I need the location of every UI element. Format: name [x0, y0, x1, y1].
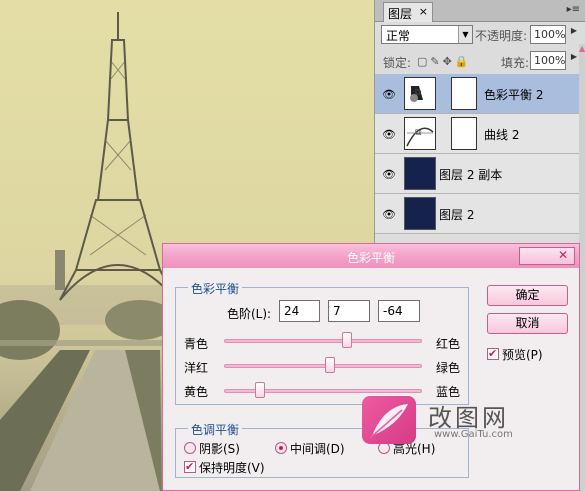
layer-name: 色彩平衡 2: [484, 88, 544, 102]
slider-thumb-cyan-red[interactable]: [341, 332, 352, 348]
slider-left-label: 洋红: [184, 361, 209, 375]
opacity-input[interactable]: 100% ▶: [530, 25, 577, 44]
blend-mode-select[interactable]: 正常 ▼: [381, 25, 473, 44]
tab-layers[interactable]: 图层 ×: [383, 2, 433, 22]
slider-thumb-magenta-green[interactable]: [324, 357, 335, 373]
layers-tab-bar: 图层 × ▸≡: [375, 0, 585, 22]
eye-icon[interactable]: 👁: [382, 208, 396, 221]
levels-input-cyan-red[interactable]: 24: [279, 300, 320, 322]
color-balance-group-title: 色彩平衡: [188, 280, 243, 297]
chevron-right-icon[interactable]: ▶: [571, 26, 577, 35]
radio-shadows-label[interactable]: 阴影(S): [199, 440, 240, 457]
levels-label: 色阶(L):: [227, 307, 272, 321]
tab-close-icon[interactable]: ×: [419, 5, 428, 18]
layer-thumb: [404, 157, 436, 190]
link-icon: ⧉: [415, 128, 422, 138]
eye-icon[interactable]: 👁: [382, 88, 396, 101]
fill-value: 100%: [534, 54, 566, 67]
layer-mask-thumb[interactable]: [451, 117, 477, 150]
layer-row-layer2-copy[interactable]: 👁 图层 2 副本: [375, 154, 580, 194]
slider-track-magenta-green[interactable]: [224, 364, 422, 368]
levels-input-magenta-green[interactable]: 7: [328, 300, 370, 322]
tab-layers-label: 图层: [388, 7, 413, 21]
link-icon: ⧉: [415, 88, 422, 98]
preview-checkbox[interactable]: [487, 347, 499, 360]
opacity-label: 不透明度:: [475, 29, 528, 43]
opacity-value: 100%: [534, 28, 566, 41]
watermark-text: 改图网: [428, 404, 509, 432]
slider-track-cyan-red[interactable]: [224, 339, 422, 343]
dialog-title: 色彩平衡: [346, 251, 395, 265]
dialog-titlebar[interactable]: 色彩平衡 ✕: [163, 244, 579, 268]
eye-icon[interactable]: 👁: [382, 128, 396, 141]
layer-thumb: [404, 197, 436, 230]
radio-midtones[interactable]: [275, 442, 287, 454]
layer-name: 曲线 2: [484, 128, 520, 142]
preserve-luminosity-label[interactable]: 保持明度(V): [199, 459, 265, 476]
layer-mask-thumb[interactable]: [451, 77, 477, 110]
scroll-up-icon[interactable]: ▲: [579, 44, 585, 53]
layer-name: 图层 2 副本: [439, 168, 503, 182]
blend-mode-value: 正常: [386, 29, 411, 43]
ok-button[interactable]: 确定: [487, 285, 568, 306]
fill-label: 填充:: [501, 56, 530, 70]
watermark-url: www.GaiTu.com: [434, 429, 513, 440]
radio-shadows[interactable]: [184, 442, 196, 454]
layer-name: 图层 2: [439, 208, 475, 222]
slider-right-label: 红色: [436, 337, 461, 351]
chevron-right-icon[interactable]: ▶: [571, 52, 577, 61]
slider-track-yellow-blue[interactable]: [224, 389, 422, 393]
levels-input-yellow-blue[interactable]: -64: [378, 300, 420, 322]
cancel-button[interactable]: 取消: [487, 313, 568, 334]
preview-label[interactable]: 预览(P): [502, 346, 543, 363]
tone-balance-group-title: 色调平衡: [188, 421, 243, 438]
eye-icon[interactable]: 👁: [382, 168, 396, 181]
color-balance-group: [175, 287, 469, 405]
feather-logo-icon: [362, 396, 416, 444]
layer-row-layer2[interactable]: 👁 图层 2: [375, 194, 580, 234]
chevron-down-icon: ▼: [458, 26, 472, 43]
slider-left-label: 黄色: [184, 385, 209, 399]
lock-options-icons[interactable]: ▢✎✥🔒: [417, 55, 472, 68]
layer-row-curves[interactable]: 👁 ⧉ 曲线 2: [375, 114, 580, 154]
slider-left-label: 青色: [184, 337, 209, 351]
slider-right-label: 绿色: [436, 361, 461, 375]
slider-thumb-yellow-blue[interactable]: [254, 382, 265, 398]
preserve-luminosity-checkbox[interactable]: [184, 460, 196, 473]
layer-row-color-balance[interactable]: 👁 ⧉ 色彩平衡 2: [375, 74, 580, 114]
fill-input[interactable]: 100% ▶: [530, 51, 577, 70]
radio-midtones-label[interactable]: 中间调(D): [290, 440, 345, 457]
panel-menu-icon[interactable]: ▸≡: [567, 4, 580, 15]
close-button[interactable]: ✕: [519, 247, 575, 265]
lock-label: 锁定:: [383, 56, 412, 70]
